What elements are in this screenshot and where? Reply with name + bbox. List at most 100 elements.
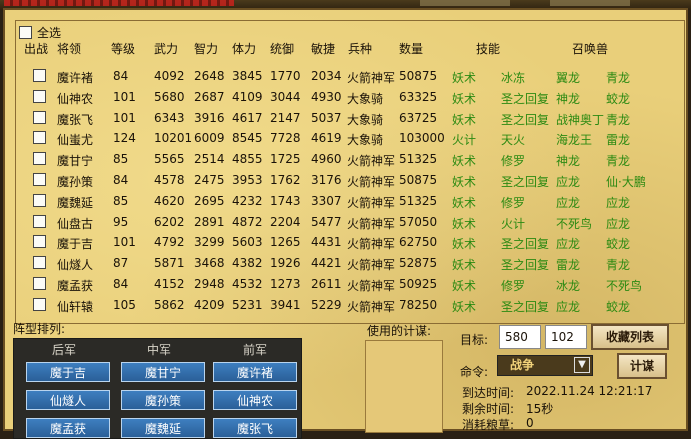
formation-slot[interactable]: 魔魏延 [121,418,205,438]
cell-general-name: 魔许褚 [57,71,94,85]
select-all-label: 全选 [37,26,62,40]
target-x-input[interactable]: 580 [499,325,541,349]
cell-stamina: 4872 [232,214,263,229]
deploy-checkbox[interactable] [33,89,46,103]
cell-troop-type: 火箭神军 [347,216,396,231]
table-row[interactable]: 仙蚩尤 124 10201 6009 8545 7728 4619 大象骑 103000 火计 天火… [16,129,684,150]
table-row[interactable]: 魔孟获 84 4152 2948 4532 1273 2611 火箭神军 50925 妖术 修罗 冰龙… [16,275,684,296]
cell-general-name: 魔甘宁 [57,154,94,169]
formation-slot[interactable]: 仙燧人 [26,390,110,410]
deploy-checkbox[interactable] [33,152,46,166]
cell-strength: 6202 [154,214,185,229]
cell-level: 124 [113,131,136,146]
table-row[interactable]: 魔魏延 85 4620 2695 4232 1743 3307 火箭神军 51325 妖术 修罗 应龙… [16,192,684,213]
cell-stamina: 3953 [232,173,263,187]
cell-intellect: 2695 [194,193,225,208]
cell-beast-1: 翼龙 [556,71,581,85]
table-row[interactable]: 魔甘宁 85 5565 2514 4855 1725 4960 火箭神军 51325 妖术 修罗 神龙… [16,150,684,171]
cell-skill-1: 妖术 [452,216,477,231]
cell-strength: 4152 [154,277,185,291]
formation-slot[interactable]: 魔孟获 [26,418,110,438]
table-header: 全选 出战 将领 等级 武力 智力 体力 统御 敏捷 兵种 数量 技能 召唤兽 [16,21,684,67]
cell-skill-1: 火计 [452,133,477,148]
cell-troop-type: 火箭神军 [347,258,396,273]
cell-stamina: 4382 [232,256,263,271]
formation-head-rear: 后军 [52,343,77,357]
deploy-checkbox[interactable] [33,277,46,290]
deploy-checkbox[interactable] [33,235,46,249]
cell-beast-2: 蛟龙 [606,299,631,314]
table-row[interactable]: 仙盘古 95 6202 2891 4872 2204 5477 火箭神军 57050 妖术 火计 不死… [16,213,684,234]
deploy-checkbox[interactable] [33,297,46,311]
cell-intellect: 3916 [194,110,225,125]
col-header-troop-type: 兵种 [348,42,373,56]
formation-slot[interactable]: 魔孙策 [121,390,205,410]
table-row[interactable]: 魔于吉 101 4792 3299 5603 1265 4431 火箭神军 62750 妖术 圣之回… [16,233,684,254]
cell-command: 1725 [270,152,301,167]
cell-strength: 6343 [154,110,185,125]
col-header-skill: 技能 [476,42,501,56]
cell-intellect: 3299 [194,235,225,250]
cell-command: 1273 [270,277,301,291]
deploy-checkbox[interactable] [33,214,46,228]
cell-count: 52875 [399,256,438,271]
cell-skill-1: 妖术 [452,195,477,210]
cell-count: 57050 [399,214,438,229]
formation-slot[interactable]: 仙神农 [213,390,297,410]
command-select-value: 战争 [510,358,535,372]
cell-agility: 2611 [311,277,342,291]
cell-troop-type: 火箭神军 [347,279,396,293]
command-label: 命令: [460,365,489,379]
formation-slot[interactable]: 魔于吉 [26,362,110,382]
deploy-checkbox[interactable] [33,69,46,82]
table-row[interactable]: 魔孙策 84 4578 2475 3953 1762 3176 火箭神军 50875 妖术 圣之回复… [16,171,684,192]
deploy-checkbox[interactable] [33,110,46,124]
table-row[interactable]: 魔张飞 101 6343 3916 4617 2147 5037 大象骑 63725 妖术 圣之回复… [16,109,684,130]
cell-skill-2: 火计 [501,216,526,231]
formation-slot[interactable]: 魔甘宁 [121,362,205,382]
cell-general-name: 仙轩辕 [57,299,94,314]
cell-command: 1265 [270,235,301,250]
cell-troop-type: 火箭神军 [347,299,396,314]
cell-count: 51325 [399,193,438,208]
cell-agility: 2034 [311,69,342,83]
table-row[interactable]: 仙燧人 87 5871 3468 4382 1926 4421 火箭神军 52875 妖术 圣之回复… [16,254,684,275]
command-select[interactable]: 战争 ▼ [497,355,593,376]
strategy-list[interactable] [365,340,443,433]
cell-skill-2: 修罗 [501,195,526,210]
formation-slot[interactable]: 魔许褚 [213,362,297,382]
bookmark-list-button[interactable]: 收藏列表 [591,324,669,350]
deploy-checkbox[interactable] [33,256,46,270]
table-row[interactable]: 仙神农 101 5680 2687 4109 3044 4930 大象骑 63325 妖术 圣之回复… [16,88,684,109]
cell-skill-2: 天火 [501,133,526,148]
strategy-button[interactable]: 计谋 [617,353,667,379]
cell-strength: 5862 [154,297,185,312]
remain-time-value: 15秒 [526,402,554,416]
cell-level: 95 [113,214,129,229]
cell-beast-1: 应龙 [556,175,581,189]
chevron-down-icon[interactable]: ▼ [574,357,590,373]
cell-skill-2: 圣之回复 [501,175,550,189]
consume-food-label: 消耗粮草: [462,418,515,432]
cell-strength: 5565 [154,152,185,167]
cell-beast-1: 冰龙 [556,279,581,293]
cell-agility: 4421 [311,256,342,271]
formation-title: 阵型排列: [13,322,66,336]
table-row[interactable]: 魔许褚 84 4092 2648 3845 1770 2034 火箭神军 50875 妖术 冰冻 翼龙… [16,67,684,88]
deploy-checkbox[interactable] [33,173,46,186]
cell-beast-1: 海龙王 [556,133,593,148]
cell-count: 62750 [399,235,438,250]
cell-skill-1: 妖术 [452,112,477,127]
deploy-checkbox[interactable] [33,131,46,145]
cell-skill-1: 妖术 [452,258,477,273]
deploy-checkbox[interactable] [33,193,46,207]
formation-slot[interactable]: 魔张飞 [213,418,297,438]
target-y-input[interactable]: 102 [545,325,587,349]
cell-skill-1: 妖术 [452,91,477,106]
top-tag-b [550,0,630,6]
select-all-checkbox[interactable] [19,26,32,39]
cell-level: 84 [113,69,129,83]
cell-stamina: 4232 [232,193,263,208]
cell-skill-2: 圣之回复 [501,112,550,127]
table-row[interactable]: 仙轩辕 105 5862 4209 5231 3941 5229 火箭神军 78250 妖术 圣之回… [16,296,684,317]
